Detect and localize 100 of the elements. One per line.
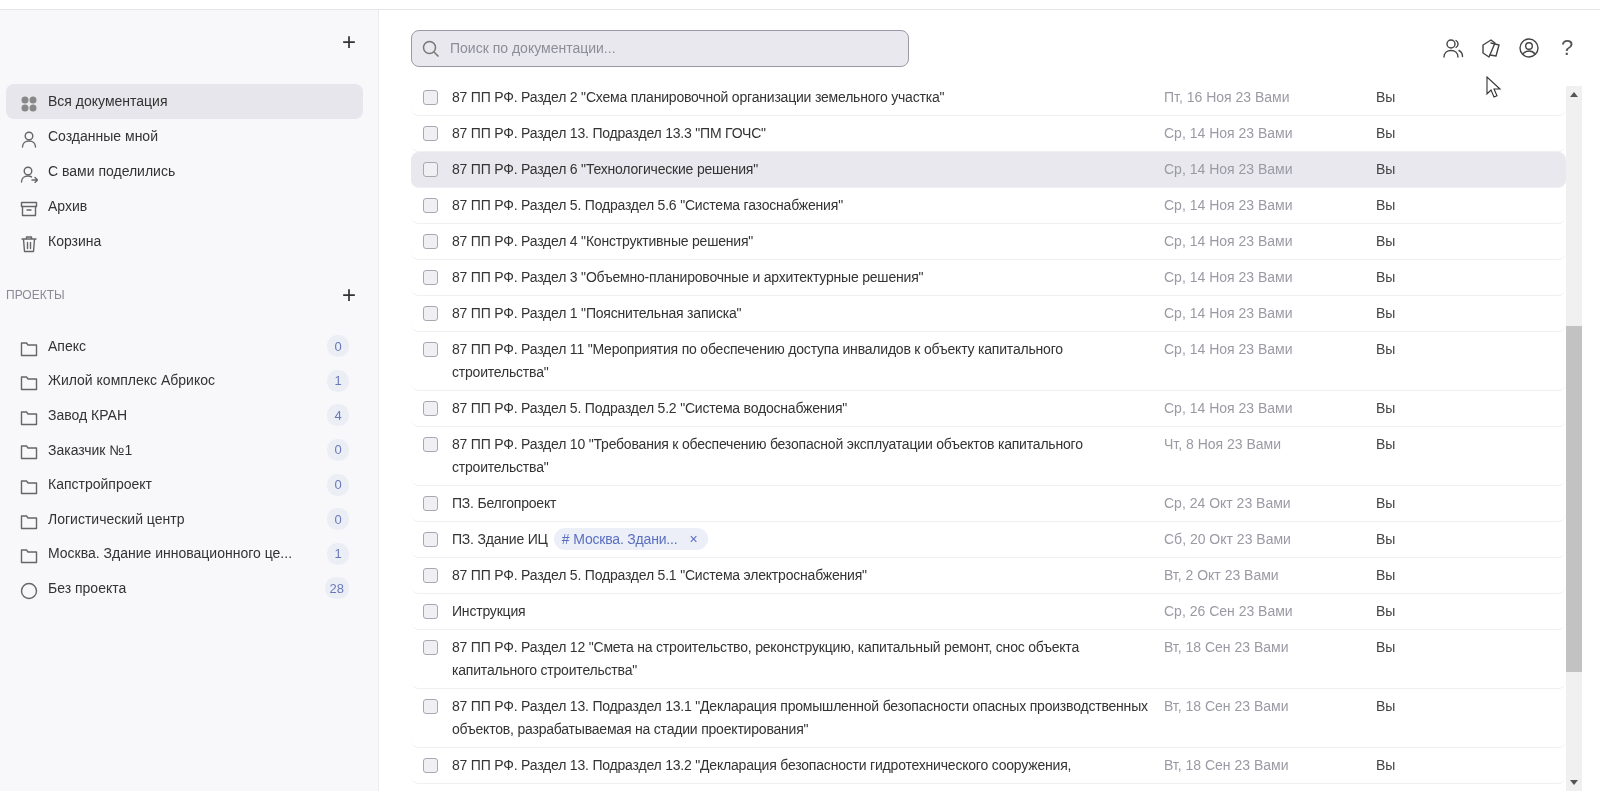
- modified-date: Ср, 14 Ноя 23 Вами: [1164, 305, 1293, 321]
- document-row[interactable]: 87 ПП РФ. Раздел 10 "Требования к обеспечению безопасной эксплуатации объектов капитального строительства" Чт, 8 Ноя 23 Вами Вы: [411, 427, 1566, 486]
- help-button[interactable]: ?: [1554, 35, 1580, 61]
- document-title: Инструкция: [452, 602, 527, 621]
- document-title: 87 ПП РФ. Раздел 4 "Конструктивные решения": [452, 232, 755, 251]
- modified-date: Вт, 18 Сен 23 Вами: [1164, 639, 1289, 655]
- row-checkbox[interactable]: [423, 401, 438, 416]
- document-row[interactable]: Инструкция Ср, 26 Сен 23 Вами Вы: [411, 594, 1566, 630]
- row-checkbox[interactable]: [423, 270, 438, 285]
- document-row[interactable]: 87 ПП РФ. Раздел 12 "Смета на строительство, реконструкцию, капитальный ремонт, снос объекта капитального строительства" Вт, 18 Сен 23 Вами Вы: [411, 630, 1566, 689]
- section-heading: ПРОЕКТЫ: [6, 287, 65, 304]
- owner-text: Вы: [1376, 305, 1396, 321]
- document-title: 87 ПП РФ. Раздел 5. Подраздел 5.2 "Система водоснабжения": [452, 399, 849, 418]
- document-title: 87 ПП РФ. Раздел 11 "Мероприятия по обеспечению доступа инвалидов к объекту капитального строительства": [452, 340, 1064, 382]
- count-badge: 0: [327, 439, 349, 462]
- document-row[interactable]: 87 ПП РФ. Раздел 3 "Объемно-планировочные и архитектурные решения" Ср, 14 Ноя 23 Вами Вы: [411, 260, 1566, 296]
- document-row[interactable]: 87 ПП РФ. Раздел 13. Подраздел 13.2 "Декларация безопасности гидротехнического сооружения, Вт, 18 Сен 23 Вами Вы: [411, 748, 1566, 784]
- row-checkbox[interactable]: [423, 198, 438, 213]
- row-checkbox[interactable]: [423, 126, 438, 141]
- scroll-down-icon[interactable]: [1569, 777, 1579, 787]
- document-title: 87 ПП РФ. Раздел 5. Подраздел 5.6 "Система газоснабжения": [452, 196, 844, 215]
- project-item[interactable]: Жилой комплекс Абрикос 1: [6, 363, 363, 399]
- row-checkbox[interactable]: [423, 162, 438, 177]
- document-title: 87 ПП РФ. Раздел 2 "Схема планировочной организации земельного участка": [452, 88, 946, 107]
- document-row[interactable]: 87 ПП РФ. Раздел 13. Подраздел 13.1 "Декларация промышленной безопасности опасных производственных объектов, разрабатываемая на стадии проектирования" Вт, 18 Сен 23 Вами Вы: [411, 689, 1566, 748]
- remove-tag-button[interactable]: ×: [681, 532, 698, 546]
- sidebar-nav-item[interactable]: Архив: [6, 189, 363, 224]
- row-checkbox[interactable]: [423, 437, 438, 452]
- owner-text: Вы: [1376, 197, 1396, 213]
- project-item[interactable]: Без проекта 28: [6, 571, 363, 606]
- modified-date: Пт, 16 Ноя 23 Вами: [1164, 89, 1290, 105]
- row-checkbox[interactable]: [423, 234, 438, 249]
- project-tag[interactable]: # Москва. Здани... ×: [553, 528, 708, 550]
- modified-date: Ср, 14 Ноя 23 Вами: [1164, 269, 1293, 285]
- modified-date: Ср, 14 Ноя 23 Вами: [1164, 125, 1293, 141]
- project-item[interactable]: Капстройпроект 0: [6, 467, 363, 502]
- row-checkbox[interactable]: [423, 342, 438, 357]
- owner-text: Вы: [1376, 341, 1396, 357]
- modified-date: Ср, 14 Ноя 23 Вами: [1164, 341, 1293, 357]
- modified-date: Вт, 18 Сен 23 Вами: [1164, 757, 1289, 773]
- document-row[interactable]: 87 ПП РФ. Раздел 4 "Конструктивные решения" Ср, 14 Ноя 23 Вами Вы: [411, 224, 1566, 260]
- owner-text: Вы: [1376, 698, 1396, 714]
- modified-date: Ср, 24 Окт 23 Вами: [1164, 495, 1291, 511]
- row-checkbox[interactable]: [423, 568, 438, 583]
- project-item[interactable]: Заказчик №1 0: [6, 432, 363, 468]
- owner-text: Вы: [1376, 233, 1396, 249]
- document-row[interactable]: 87 ПП РФ. Раздел 11 "Мероприятия по обеспечению доступа инвалидов к объекту капитального строительства" Ср, 14 Ноя 23 Вами Вы: [411, 332, 1566, 391]
- owner-text: Вы: [1376, 436, 1396, 452]
- row-checkbox[interactable]: [423, 699, 438, 714]
- count-badge: 0: [327, 473, 349, 496]
- modified-date: Чт, 8 Ноя 23 Вами: [1164, 436, 1282, 452]
- document-title: 87 ПП РФ. Раздел 1 "Пояснительная записка": [452, 304, 743, 323]
- document-row[interactable]: 87 ПП РФ. Раздел 5. Подраздел 5.1 "Система электроснабжения" Вт, 2 Окт 23 Вами Вы: [411, 558, 1566, 594]
- document-row[interactable]: 87 ПП РФ. Раздел 6 "Технологические решения" Ср, 14 Ноя 23 Вами Вы: [411, 152, 1566, 188]
- owner-text: Вы: [1376, 757, 1396, 773]
- scrollbar[interactable]: [1566, 86, 1582, 791]
- scrollbar-thumb[interactable]: [1566, 326, 1582, 672]
- row-checkbox[interactable]: [423, 90, 438, 105]
- sidebar-nav-item[interactable]: Корзина: [6, 224, 363, 259]
- owner-text: Вы: [1376, 269, 1396, 285]
- user-circle-button[interactable]: [1516, 35, 1542, 61]
- owner-text: Вы: [1376, 603, 1396, 619]
- row-checkbox[interactable]: [423, 306, 438, 321]
- search-field[interactable]: Поиск по документации...: [411, 29, 909, 67]
- owner-text: Вы: [1376, 567, 1396, 583]
- document-title: 87 ПП РФ. Раздел 12 "Смета на строительство, реконструкцию, капитальный ремонт, снос объекта капитального строительства": [452, 638, 1081, 680]
- project-item[interactable]: Апекс 0: [6, 329, 363, 364]
- document-title: 87 ПП РФ. Раздел 13. Подраздел 13.2 "Декларация безопасности гидротехнического сооружения,: [452, 756, 1073, 775]
- owner-text: Вы: [1376, 495, 1396, 511]
- document-row[interactable]: 87 ПП РФ. Раздел 5. Подраздел 5.6 "Система газоснабжения" Ср, 14 Ноя 23 Вами Вы: [411, 188, 1566, 224]
- owner-text: Вы: [1376, 89, 1396, 105]
- owner-text: Вы: [1376, 161, 1396, 177]
- row-checkbox[interactable]: [423, 532, 438, 547]
- add-button[interactable]: +: [338, 30, 360, 54]
- document-row[interactable]: ПЗ. Здание ИЦ # Москва. Здани... × Сб, 20 Окт 23 Вами Вы: [411, 522, 1566, 558]
- count-badge: 4: [327, 404, 349, 427]
- project-item[interactable]: Логистический центр 0: [6, 501, 363, 537]
- owner-text: Вы: [1376, 531, 1396, 547]
- document-row[interactable]: ПЗ. Белгопроект Ср, 24 Окт 23 Вами Вы: [411, 486, 1566, 522]
- document-row[interactable]: 87 ПП РФ. Раздел 5. Подраздел 5.2 "Система водоснабжения" Ср, 14 Ноя 23 Вами Вы: [411, 391, 1566, 427]
- document-row[interactable]: 87 ПП РФ. Раздел 1 "Пояснительная записка" Ср, 14 Ноя 23 Вами Вы: [411, 296, 1566, 332]
- document-title: 87 ПП РФ. Раздел 10 "Требования к обеспечению безопасной эксплуатации объектов капитального строительства": [452, 435, 1084, 477]
- row-checkbox[interactable]: [423, 640, 438, 655]
- project-item[interactable]: Завод КРАН 4: [6, 398, 363, 433]
- sidebar-nav-item[interactable]: С вами поделились: [6, 154, 363, 189]
- scroll-up-icon[interactable]: [1569, 90, 1579, 100]
- sidebar-nav-item[interactable]: Созданные мной: [6, 119, 363, 154]
- project-item[interactable]: Москва. Здание инновационного це... 1: [6, 536, 363, 572]
- modified-date: Вт, 18 Сен 23 Вами: [1164, 698, 1289, 714]
- count-badge: 1: [327, 542, 349, 565]
- modified-date: Ср, 14 Ноя 23 Вами: [1164, 197, 1293, 213]
- document-title: 87 ПП РФ. Раздел 13. Подраздел 13.3 "ПМ ГОЧС": [452, 124, 767, 143]
- row-checkbox[interactable]: [423, 604, 438, 619]
- document-title: ПЗ. Белгопроект: [452, 494, 558, 513]
- row-checkbox[interactable]: [423, 758, 438, 773]
- add-project-button[interactable]: +: [338, 283, 360, 307]
- count-badge: 0: [327, 508, 349, 531]
- row-checkbox[interactable]: [423, 496, 438, 511]
- hash-mark: #: [561, 530, 570, 549]
- sidebar-nav-item[interactable]: Вся документация: [6, 84, 363, 119]
